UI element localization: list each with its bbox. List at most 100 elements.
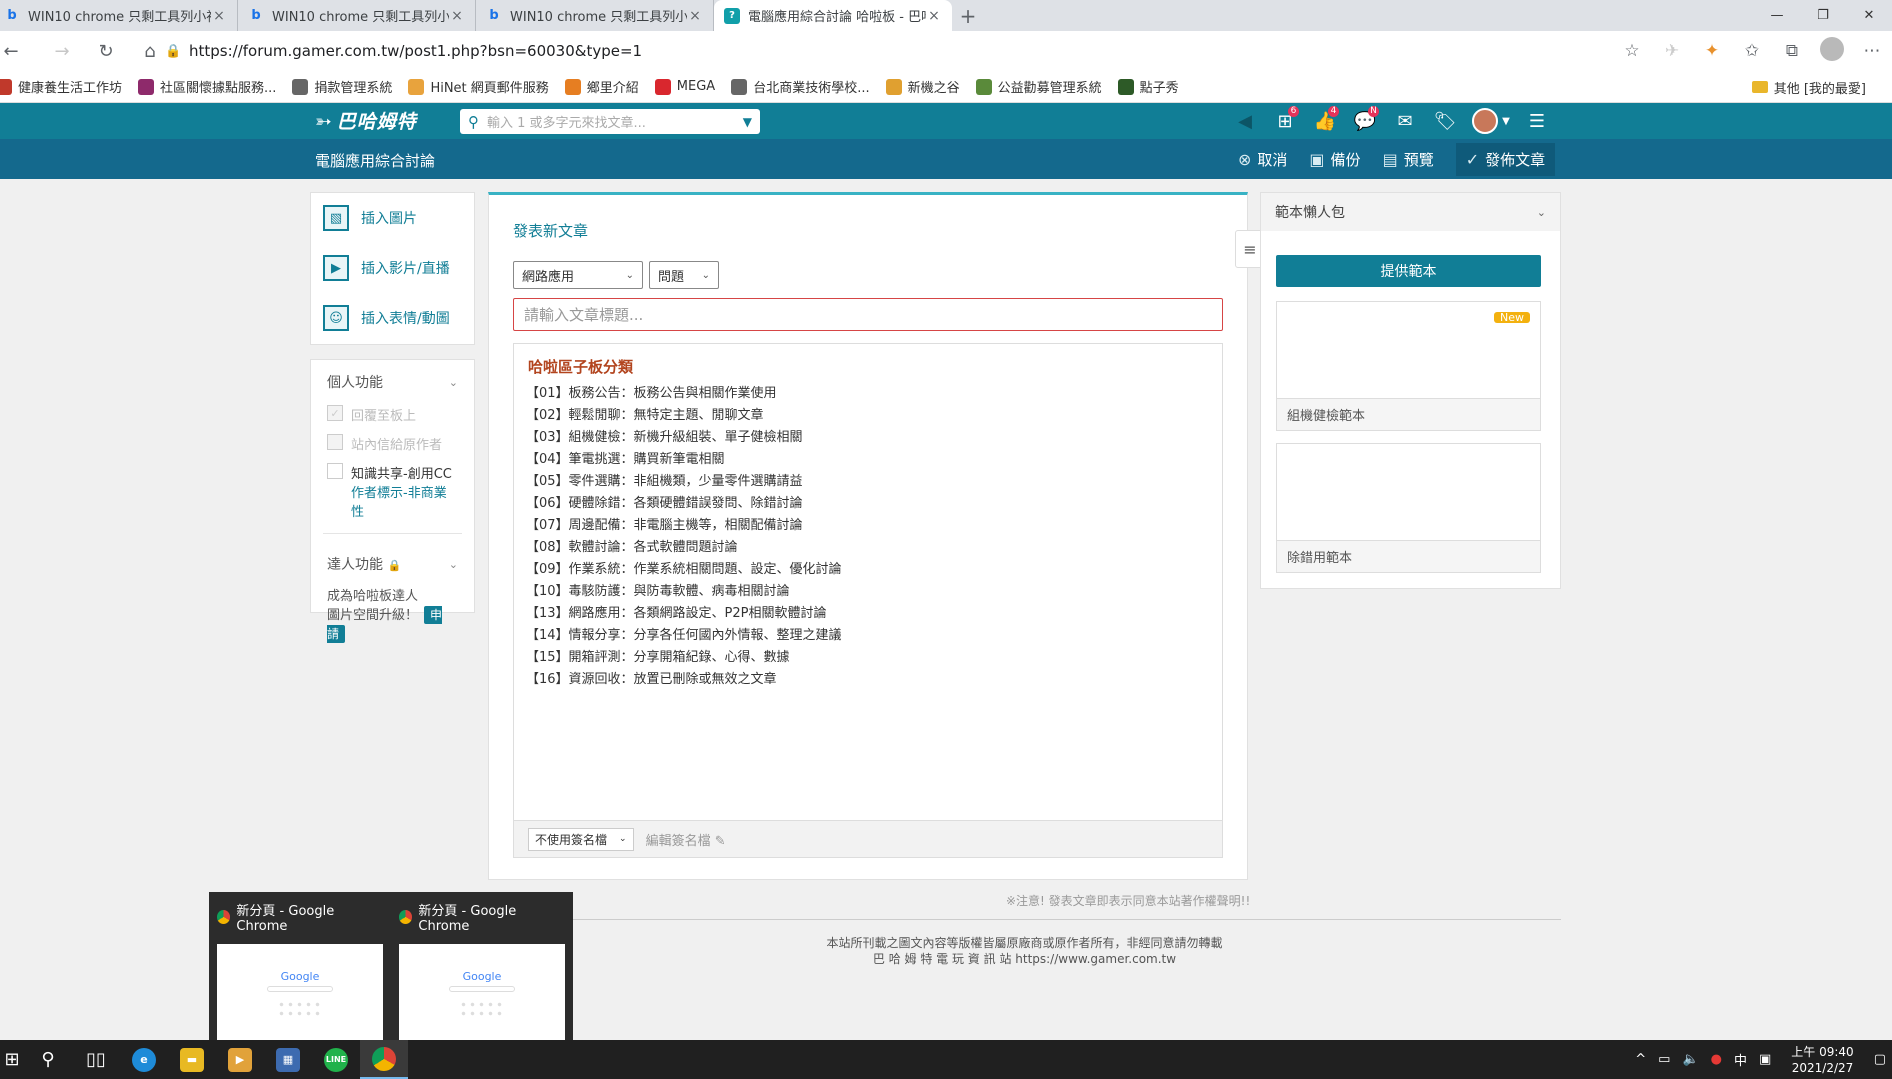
profile-avatar[interactable]: [1812, 36, 1852, 66]
chat-bubble-icon[interactable]: 💬 N: [1345, 103, 1385, 139]
restore-icon[interactable]: ❐: [1800, 0, 1846, 31]
bookmark-item[interactable]: 鄉里介紹: [564, 77, 639, 96]
board-title[interactable]: 電腦應用綜合討論: [315, 150, 435, 171]
site-logo[interactable]: ➳ 巴哈姆特: [315, 107, 417, 134]
address-bar[interactable]: 🔒 https://forum.gamer.com.tw/post1.php?b…: [165, 36, 1601, 66]
notification-badge: 6: [1288, 106, 1299, 117]
chevron-down-icon[interactable]: ▼: [743, 115, 752, 129]
bookmark-item[interactable]: 捐款管理系統: [292, 77, 392, 96]
network-icon[interactable]: ▭: [1658, 1052, 1670, 1067]
file-explorer-icon[interactable]: ▬: [168, 1040, 216, 1079]
checkbox[interactable]: ✓: [327, 405, 343, 421]
title-input[interactable]: 請輸入文章標題...: [513, 298, 1223, 331]
bookmark-item[interactable]: MEGA: [654, 78, 715, 95]
master-promo: 成為哈啦板達人 圖片空間升級！ 申請: [327, 589, 443, 643]
site-search-input[interactable]: ⚲ 輸入 1 或多字元來找文章... ▼: [460, 109, 760, 134]
forward-icon[interactable]: →: [44, 33, 80, 69]
media-player-icon[interactable]: ▶: [216, 1040, 264, 1079]
keyboard-icon[interactable]: ▣: [1759, 1052, 1771, 1067]
speaker-icon[interactable]: ◀: [1225, 103, 1265, 139]
start-button[interactable]: ⊞: [0, 1040, 24, 1079]
checkbox[interactable]: [327, 434, 343, 450]
personal-section-header[interactable]: 個人功能 ⌄: [311, 360, 474, 400]
extension-icon[interactable]: ✈: [1652, 41, 1692, 61]
preview-button[interactable]: ▤ 預覽: [1383, 149, 1434, 170]
chrome-taskbar-icon[interactable]: [360, 1040, 408, 1079]
back-icon[interactable]: ←: [0, 33, 22, 69]
close-icon[interactable]: ×: [687, 8, 703, 24]
favorite-add-icon[interactable]: ☆: [1612, 41, 1652, 61]
reply-to-board-checkbox[interactable]: ✓ 回覆至板上: [311, 400, 474, 429]
search-icon[interactable]: ⚲: [468, 113, 479, 131]
lock-icon[interactable]: 🔒: [165, 44, 189, 59]
rss-icon[interactable]: ⊞ 6: [1265, 103, 1305, 139]
bookmark-item[interactable]: 公益勸募管理系統: [975, 77, 1102, 96]
category-select[interactable]: 網路應用 ⌄: [513, 261, 643, 289]
new-tab-button[interactable]: +: [952, 0, 984, 31]
publish-button[interactable]: ✓ 發佈文章: [1455, 142, 1556, 176]
body-line: 【07】周邊配備：非電腦主機等，相關配備討論: [526, 518, 803, 533]
volume-icon[interactable]: 🔈: [1682, 1052, 1698, 1067]
line-icon[interactable]: LINE: [312, 1040, 360, 1079]
template-panel-header[interactable]: 範本懶人包 ⌄: [1261, 193, 1560, 231]
cancel-button[interactable]: ⊗ 取消: [1238, 149, 1287, 170]
cc-license-link[interactable]: 作者標示-非商業性: [351, 482, 458, 520]
insert-emoji-button[interactable]: ☺ 插入表情/動圖: [311, 293, 474, 343]
master-section-header[interactable]: 達人功能 🔒 ⌄: [311, 542, 474, 582]
antivirus-icon[interactable]: ●: [1711, 1052, 1722, 1067]
tag-icon[interactable]: 🏷: [1425, 103, 1465, 139]
clock[interactable]: 上午 09:40 2021/2/27: [1791, 1044, 1853, 1076]
chevron-up-icon[interactable]: ^: [1635, 1052, 1646, 1067]
browser-tab[interactable]: b WIN10 chrome 只剩工具列小視窗 ×: [476, 0, 714, 31]
checkbox[interactable]: [327, 463, 343, 479]
calculator-icon[interactable]: ▦: [264, 1040, 312, 1079]
window-preview[interactable]: 新分頁 - Google Chrome Google: [391, 892, 573, 1052]
edit-signature-link[interactable]: 編輯簽名檔 ✎: [646, 830, 726, 849]
content-editor[interactable]: 哈啦區子板分類 【01】板務公告：板務公告與相關作業使用 【02】輕鬆閒聊：無特定…: [513, 343, 1223, 821]
mail-icon[interactable]: ✉: [1385, 103, 1425, 139]
body-line: 【06】硬體除錯：各類硬體錯誤發問、除錯討論: [526, 496, 803, 511]
edge-icon[interactable]: e: [120, 1040, 168, 1079]
search-icon[interactable]: ⚲: [24, 1040, 72, 1079]
reload-icon[interactable]: ↻: [88, 33, 124, 69]
bookmark-item[interactable]: 新機之谷: [885, 77, 960, 96]
bookmark-item[interactable]: 健康養生活工作坊: [0, 77, 122, 96]
provide-template-button[interactable]: 提供範本: [1276, 255, 1541, 287]
task-view-icon[interactable]: ▯▯: [72, 1040, 120, 1079]
signature-select[interactable]: 不使用簽名檔 ⌄: [528, 827, 634, 851]
close-window-icon[interactable]: ✕: [1846, 0, 1892, 31]
browser-tab-active[interactable]: ? 電腦應用綜合討論 哈啦板 - 巴哈 ×: [714, 0, 952, 31]
hamburger-menu-icon[interactable]: ☰: [1517, 103, 1557, 139]
minimize-icon[interactable]: —: [1754, 0, 1800, 31]
menu-dots-icon[interactable]: ⋯: [1852, 41, 1892, 61]
template-card[interactable]: 除錯用範本: [1276, 443, 1541, 573]
bookmark-item[interactable]: HiNet 網頁郵件服務: [408, 77, 549, 96]
chrome-icon: [399, 910, 413, 924]
close-icon[interactable]: ×: [926, 8, 942, 24]
bookmark-item[interactable]: 點子秀: [1117, 77, 1179, 96]
thumbs-up-icon[interactable]: 👍 4: [1305, 103, 1345, 139]
browser-tab[interactable]: b WIN10 chrome 只剩工具列小視窗 ×: [0, 0, 238, 31]
close-icon[interactable]: ×: [211, 8, 227, 24]
template-card[interactable]: New 組機健檢範本: [1276, 301, 1541, 431]
favorites-icon[interactable]: ✩: [1732, 41, 1772, 61]
bookmark-item[interactable]: 台北商業技術學校...: [731, 77, 870, 96]
creative-commons-checkbox[interactable]: 知識共享-創用CC 作者標示-非商業性: [311, 458, 474, 525]
site-footer: 本站所刊載之圖文內容等版權皆屬原廠商或原作者所有，非經同意請勿轉載 巴 哈 姆 …: [826, 936, 1223, 966]
insert-video-button[interactable]: ▶ 插入影片/直播: [311, 243, 474, 293]
user-avatar[interactable]: ▼: [1465, 103, 1517, 139]
window-preview[interactable]: 新分頁 - Google Chrome Google: [209, 892, 391, 1052]
ime-indicator[interactable]: 中: [1734, 1050, 1747, 1069]
notification-center-icon[interactable]: ▢: [1874, 1052, 1886, 1067]
bookmark-folder-other[interactable]: 其他 [我的最愛]: [1751, 78, 1866, 97]
mail-author-checkbox[interactable]: 站內信給原作者: [311, 429, 474, 458]
post-type-select[interactable]: 問題 ⌄: [649, 261, 719, 289]
browser-tab[interactable]: b WIN10 chrome 只剩工具列小視窗 ×: [238, 0, 476, 31]
extension-key-icon[interactable]: ✦: [1692, 41, 1732, 61]
home-icon[interactable]: ⌂: [132, 33, 168, 69]
collections-icon[interactable]: ⧉: [1772, 41, 1812, 61]
bookmark-item[interactable]: 社區關懷據點服務...: [138, 77, 276, 96]
backup-button[interactable]: ▣ 備份: [1309, 149, 1360, 170]
close-icon[interactable]: ×: [449, 8, 465, 24]
insert-image-button[interactable]: ▧ 插入圖片: [311, 193, 474, 243]
